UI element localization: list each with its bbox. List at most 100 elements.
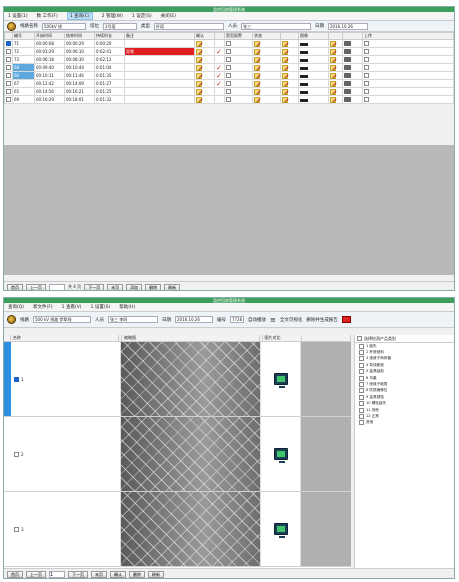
edit-icon[interactable] — [196, 88, 202, 95]
row-image[interactable] — [298, 63, 329, 72]
row-checkbox[interactable] — [6, 41, 11, 47]
table-row[interactable]: 66 00:10:11 00:11:46 0:01:35 ✓ — [4, 71, 454, 80]
row-checkbox[interactable] — [6, 81, 11, 87]
upload-checkbox[interactable] — [364, 73, 369, 79]
file-icon[interactable] — [330, 88, 336, 95]
col-alarm[interactable]: 是否报警 — [224, 32, 253, 40]
table-row[interactable]: 67 00:12:42 00:14:09 0:01:27 ✓ — [4, 79, 454, 88]
prev-page-button[interactable]: 上一页 — [26, 283, 46, 290]
date-field[interactable]: 2016.10.26 — [328, 22, 368, 30]
line-field-2[interactable]: 500 kV 线路 伊犁线 — [33, 316, 91, 323]
row-note[interactable] — [124, 39, 195, 48]
edit-icon[interactable] — [196, 72, 202, 79]
file-icon[interactable] — [330, 72, 336, 79]
compare-cell[interactable] — [261, 342, 301, 416]
menu-item-newfile[interactable]: 新文件(F) — [33, 304, 53, 310]
category-checkbox[interactable] — [359, 356, 364, 362]
row-checkbox[interactable] — [6, 89, 11, 95]
col-confirm[interactable]: 确认 — [194, 32, 215, 40]
table-row[interactable]: 68 00:09:40 00:10:44 0:01:04 ✓ — [4, 63, 454, 72]
monitor-icon[interactable] — [273, 373, 288, 388]
alarm-checkbox[interactable] — [226, 57, 231, 63]
list-item[interactable]: 2 — [4, 417, 351, 492]
row-upload[interactable] — [362, 87, 454, 96]
image-bar-icon[interactable] — [300, 74, 308, 78]
category-checkbox[interactable] — [359, 394, 364, 400]
thumbnail-image[interactable] — [121, 342, 261, 416]
line-field[interactable]: 500kV 线 — [42, 22, 86, 30]
col-start[interactable]: 开始时间 — [34, 32, 65, 40]
row-checkbox[interactable] — [6, 97, 11, 103]
menu-item-help[interactable]: 帮助(H) — [119, 304, 135, 310]
confirm-button[interactable]: 确认 — [110, 570, 126, 578]
category-checkbox[interactable] — [359, 388, 364, 394]
edit-icon[interactable] — [196, 48, 202, 55]
last-page-button-2[interactable]: 末页 — [91, 570, 107, 578]
alarm-checkbox[interactable] — [226, 65, 231, 71]
upload-checkbox[interactable] — [364, 41, 369, 47]
table-row[interactable]: 73 00:06:18 00:08:30 0:02:12 — [4, 55, 454, 64]
user-field-2[interactable]: 张三 李四 — [108, 316, 158, 323]
refresh-button[interactable]: 刷新 — [164, 283, 181, 290]
col-number[interactable]: 编号 — [12, 32, 35, 40]
alarm-checkbox[interactable] — [226, 73, 231, 79]
menu-item-query-2[interactable]: 查询(Q) — [8, 304, 24, 310]
row-note[interactable] — [124, 55, 195, 64]
file-icon[interactable] — [330, 96, 336, 103]
row-selector[interactable] — [4, 342, 11, 416]
menu-item-close[interactable]: 关闭(E) — [161, 13, 176, 19]
note-icon[interactable] — [282, 40, 288, 47]
edit-icon[interactable] — [196, 56, 202, 63]
image-bar-icon[interactable] — [300, 66, 308, 70]
alarm-checkbox[interactable] — [226, 49, 231, 55]
row-alarm[interactable] — [224, 63, 253, 72]
first-page-button[interactable]: 首页 — [7, 283, 23, 290]
row-note[interactable] — [124, 63, 195, 72]
row-select-cell[interactable] — [4, 79, 13, 88]
row-image[interactable] — [298, 95, 329, 104]
col-note[interactable]: 备注 — [124, 32, 195, 40]
menu-item-query[interactable]: 1 查询(C) — [66, 12, 93, 20]
row-selector[interactable] — [4, 417, 11, 491]
image-bar-icon[interactable] — [300, 82, 308, 86]
row-selector[interactable] — [4, 492, 11, 566]
note-icon[interactable] — [282, 88, 288, 95]
row-confirm[interactable] — [194, 47, 215, 56]
refresh-button-2[interactable]: 刷新 — [148, 570, 164, 578]
row-alarm[interactable] — [224, 79, 253, 88]
row-upload[interactable] — [362, 47, 454, 56]
upload-checkbox[interactable] — [364, 49, 369, 55]
mode-label[interactable]: 自动播放 — [248, 317, 266, 323]
alarm-checkbox[interactable] — [226, 97, 231, 103]
row-image[interactable] — [298, 87, 329, 96]
row-note[interactable] — [124, 95, 195, 104]
row-note[interactable] — [124, 79, 195, 88]
tower-field[interactable]: 1号塔 — [103, 22, 137, 30]
row-checkbox[interactable] — [14, 526, 19, 532]
monitor-icon[interactable] — [273, 523, 288, 538]
category-checkbox[interactable] — [359, 343, 364, 349]
table-row[interactable]: 69 00:16:29 00:18:01 0:01:32 — [4, 95, 454, 104]
next-page-button[interactable]: 下一页 — [84, 283, 105, 290]
row-confirm[interactable] — [194, 95, 215, 104]
menu-item-settings[interactable]: 1 设置(1) — [8, 13, 28, 19]
image-bar-icon[interactable] — [300, 90, 308, 94]
category-checkbox[interactable] — [359, 407, 364, 413]
image-bar-icon[interactable] — [300, 58, 308, 62]
row-select-cell[interactable] — [4, 47, 13, 56]
category-checkbox[interactable] — [359, 401, 364, 407]
thumbnail-image[interactable] — [121, 492, 261, 566]
row-upload[interactable] — [362, 79, 454, 88]
generate-report-label[interactable]: 删除并生成报告 — [306, 317, 338, 323]
row-upload[interactable] — [362, 55, 454, 64]
row-note[interactable] — [124, 87, 195, 96]
row-upload[interactable] — [362, 95, 454, 104]
monitor-icon[interactable] — [273, 448, 288, 463]
row-image[interactable] — [298, 79, 329, 88]
note-icon[interactable] — [282, 72, 288, 79]
category-checkbox[interactable] — [359, 413, 364, 419]
upload-checkbox[interactable] — [364, 97, 369, 103]
row-note[interactable] — [124, 71, 195, 80]
delete-button-2[interactable]: 删除 — [129, 570, 145, 578]
note-icon[interactable] — [282, 80, 288, 87]
